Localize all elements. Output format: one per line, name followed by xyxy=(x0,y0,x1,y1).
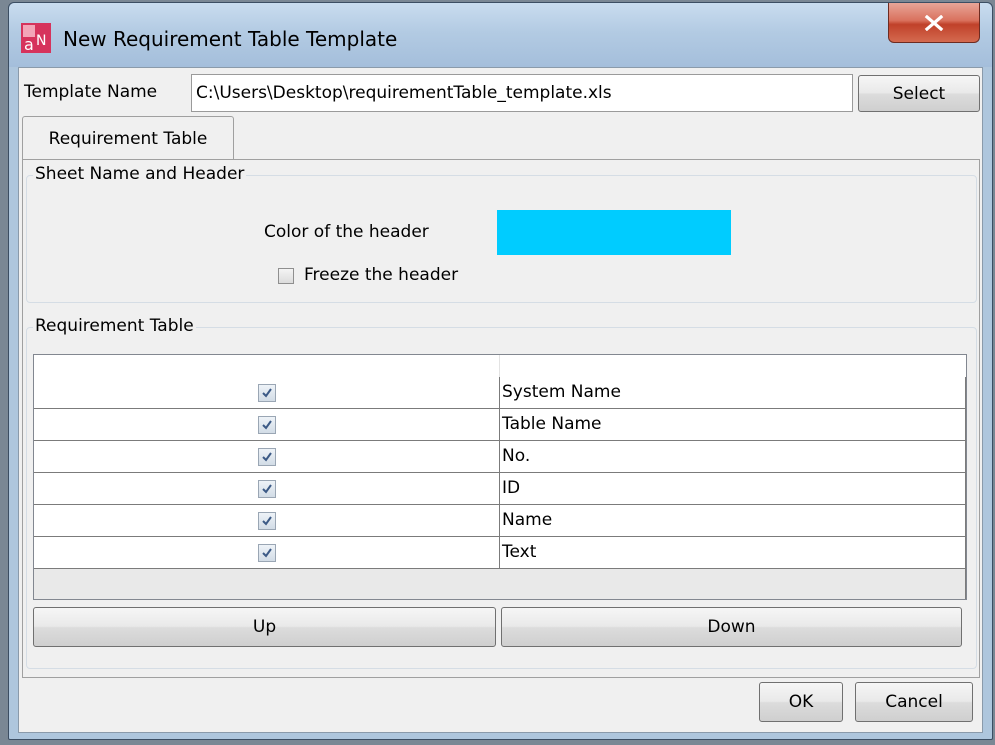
checkmark-icon xyxy=(262,420,272,430)
down-button[interactable]: Down xyxy=(501,607,962,647)
table-row[interactable]: No. xyxy=(34,441,966,473)
row-checkbox[interactable] xyxy=(258,480,276,498)
row-name: Name xyxy=(502,510,553,530)
template-name-label: Template Name xyxy=(24,82,158,102)
dialog-window: a N New Requirement Table Template Templ… xyxy=(8,2,993,740)
header-color-swatch[interactable] xyxy=(497,210,731,255)
svg-text:a: a xyxy=(24,35,34,53)
row-name: Text xyxy=(502,542,537,562)
app-icon: a N xyxy=(21,23,51,53)
checkmark-icon xyxy=(262,516,272,526)
dialog-content: Template Name C:\Users\Desktop\requireme… xyxy=(18,67,983,733)
tab-panel: Sheet Name and Header Color of the heade… xyxy=(22,159,980,678)
sheet-header-group-title: Sheet Name and Header xyxy=(33,164,247,184)
tab-requirement-table[interactable]: Requirement Table xyxy=(22,116,234,160)
table-header xyxy=(34,355,966,378)
table-row[interactable]: Text xyxy=(34,537,966,569)
window-title: New Requirement Table Template xyxy=(63,27,398,51)
row-name: Table Name xyxy=(502,414,602,434)
select-button[interactable]: Select xyxy=(858,75,980,112)
row-checkbox[interactable] xyxy=(258,544,276,562)
checkmark-icon xyxy=(262,484,272,494)
cancel-button[interactable]: Cancel xyxy=(855,682,973,722)
row-checkbox[interactable] xyxy=(258,448,276,466)
close-button[interactable] xyxy=(888,3,980,43)
row-checkbox[interactable] xyxy=(258,512,276,530)
row-name: ID xyxy=(502,478,521,498)
freeze-header-label: Freeze the header xyxy=(304,265,459,285)
freeze-header-checkbox[interactable] xyxy=(278,268,294,284)
ok-button[interactable]: OK xyxy=(759,682,843,722)
table-row[interactable]: ID xyxy=(34,473,966,505)
table-row[interactable]: Name xyxy=(34,505,966,537)
tab-label: Requirement Table xyxy=(48,128,208,149)
table-row[interactable]: Table Name xyxy=(34,409,966,441)
header-color-label: Color of the header xyxy=(264,222,429,242)
checkmark-icon xyxy=(262,548,272,558)
close-icon xyxy=(924,14,944,31)
template-path-field[interactable]: C:\Users\Desktop\requirementTable_templa… xyxy=(191,74,853,112)
row-name: System Name xyxy=(502,382,621,402)
row-name: No. xyxy=(502,446,531,466)
requirement-columns-table: System Name Table Name No. ID Name Text xyxy=(33,354,967,600)
checkmark-icon xyxy=(262,388,272,398)
up-button[interactable]: Up xyxy=(33,607,496,647)
table-row[interactable]: System Name xyxy=(34,377,966,409)
checkmark-icon xyxy=(262,452,272,462)
title-bar[interactable]: a N New Requirement Table Template xyxy=(9,3,992,67)
row-checkbox[interactable] xyxy=(258,416,276,434)
svg-text:N: N xyxy=(36,33,46,49)
row-checkbox[interactable] xyxy=(258,384,276,402)
requirement-table-group-title: Requirement Table xyxy=(33,316,196,336)
